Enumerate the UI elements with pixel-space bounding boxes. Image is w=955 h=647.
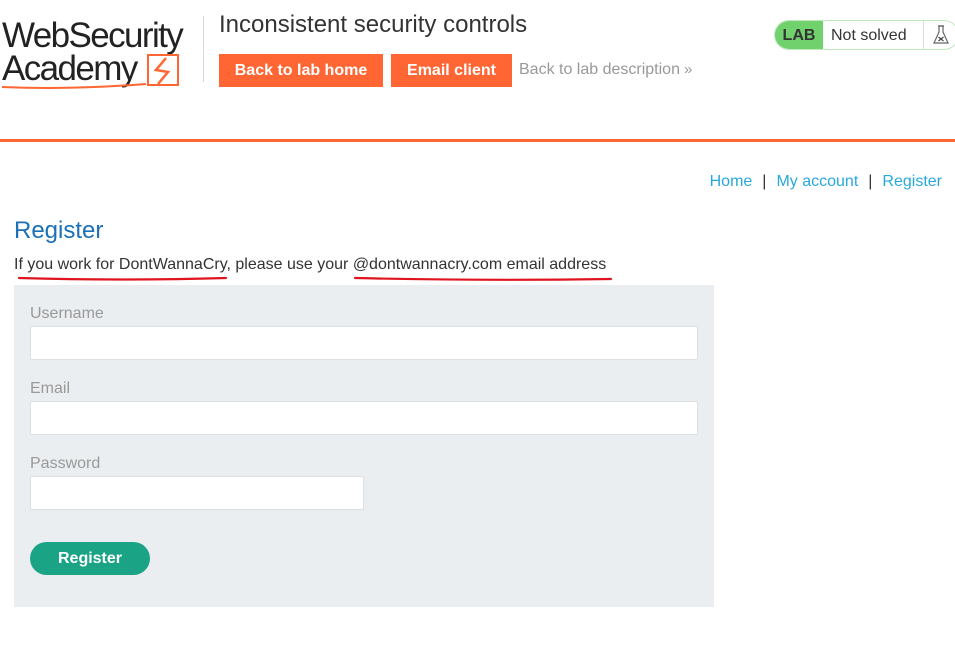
double-chevron-right-icon: » [683, 61, 693, 78]
register-button[interactable]: Register [30, 542, 150, 575]
lab-status-text: Not solved [831, 27, 907, 44]
top-navigation: Home | My account | Register [710, 173, 942, 191]
header-divider [203, 16, 204, 82]
username-input[interactable] [30, 326, 698, 360]
header-separator [0, 139, 955, 142]
lab-status-widget: LAB Not solved [774, 20, 955, 50]
web-security-academy-logo[interactable]: WebSecurity Academy [0, 14, 200, 90]
password-label: Password [30, 455, 101, 472]
nav-home-link[interactable]: Home [710, 173, 753, 190]
page-title: Register [14, 217, 104, 244]
lab-tag: LAB [775, 21, 823, 49]
flask-icon [923, 21, 955, 49]
username-label: Username [30, 305, 104, 322]
nav-register-link[interactable]: Register [882, 173, 942, 190]
password-input[interactable] [30, 476, 364, 510]
email-client-button[interactable]: Email client [391, 54, 512, 87]
email-label: Email [30, 380, 71, 397]
nav-separator: | [762, 173, 767, 190]
red-underline-annotation [17, 276, 613, 281]
lab-title: Inconsistent security controls [219, 11, 528, 38]
register-form: Username Email Password Register [14, 285, 714, 607]
email-input[interactable] [30, 401, 698, 435]
back-to-lab-description-link[interactable]: Back to lab description» [519, 61, 692, 79]
nav-separator: | [868, 173, 873, 190]
logo-lightning-icon [1, 54, 179, 89]
back-to-lab-home-button[interactable]: Back to lab home [219, 54, 383, 87]
nav-my-account-link[interactable]: My account [776, 173, 858, 190]
back-to-lab-description-label: Back to lab description [519, 61, 680, 78]
